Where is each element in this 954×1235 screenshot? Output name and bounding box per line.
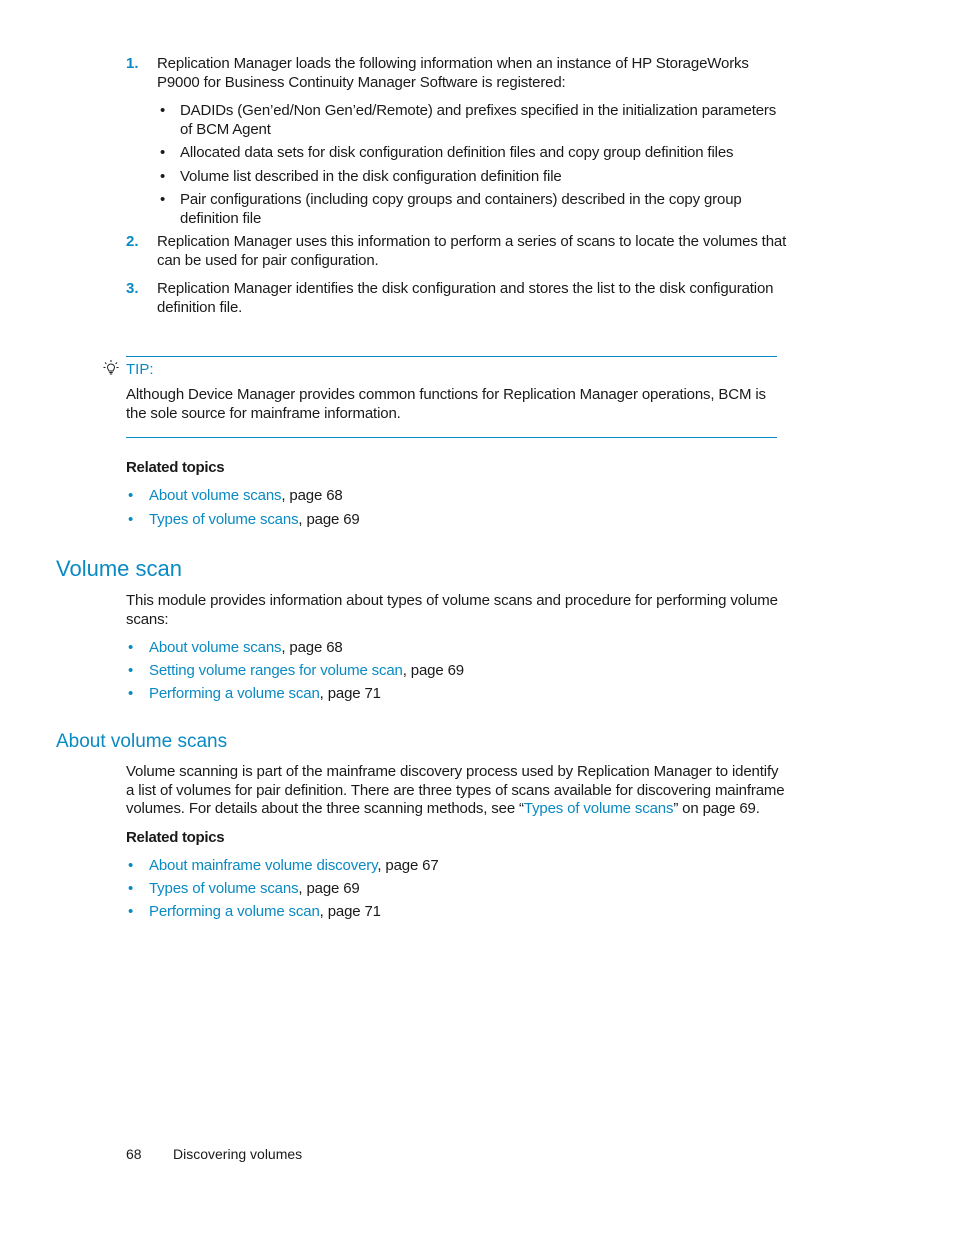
step-number: 3. (126, 280, 139, 297)
related-topics-heading: Related topics (126, 459, 225, 476)
section-text: scans: (126, 611, 169, 628)
bullet-icon: • (160, 168, 166, 185)
step-text: can be used for pair configuration. (157, 252, 379, 269)
lightbulb-icon (102, 359, 120, 377)
bullet-icon: • (160, 144, 166, 161)
subsection-heading: About volume scans (56, 731, 228, 752)
page-number: 68 (126, 1146, 142, 1162)
page-reference: , page 71 (319, 903, 381, 920)
bullet-icon: • (128, 685, 134, 702)
step-text: Replication Manager uses this informatio… (157, 233, 787, 250)
bullet-icon: • (128, 903, 134, 920)
bullet-text: of BCM Agent (180, 121, 271, 138)
section-text: a list of volumes for pair definition. T… (126, 782, 785, 799)
text-fragment: ” on page 69. (673, 800, 760, 817)
list-item: Types of volume scans, page 69 (149, 879, 360, 898)
bullet-icon: • (160, 102, 166, 119)
page-reference: , page 71 (319, 685, 381, 702)
related-topics-heading: Related topics (126, 829, 225, 846)
bullet-icon: • (128, 487, 134, 504)
bullet-text: definition file (180, 210, 262, 227)
list-item: About volume scans, page 68 (149, 486, 343, 505)
topic-link[interactable]: About mainframe volume discovery (149, 857, 378, 874)
page-reference: , page 68 (281, 639, 343, 656)
list-item: About volume scans, page 68 (149, 638, 343, 657)
tip-text: Although Device Manager provides common … (126, 386, 766, 403)
topic-link[interactable]: Setting volume ranges for volume scan (149, 662, 403, 679)
topic-link[interactable]: About volume scans (149, 487, 282, 504)
bullet-icon: • (128, 511, 134, 528)
page-reference: , page 69 (298, 511, 360, 528)
chapter-title: Discovering volumes (173, 1146, 303, 1162)
tip-top-rule (126, 356, 777, 357)
tip-label: TIP: (126, 361, 154, 378)
bullet-text: Pair configurations (including copy grou… (180, 191, 742, 208)
step-number: 1. (126, 55, 139, 72)
bullet-text: Allocated data sets for disk configurati… (180, 144, 734, 161)
list-item: Performing a volume scan, page 71 (149, 684, 381, 703)
section-text: Volume scanning is part of the mainframe… (126, 763, 779, 780)
bullet-icon: • (128, 662, 134, 679)
text-fragment: volumes. For details about the three sca… (126, 800, 524, 817)
step-text: definition file. (157, 299, 243, 316)
inline-topic-link[interactable]: Types of volume scans (524, 800, 674, 817)
list-item: Types of volume scans, page 69 (149, 510, 360, 529)
step-number: 2. (126, 233, 139, 250)
bullet-icon: • (128, 857, 134, 874)
step-text: Replication Manager identifies the disk … (157, 280, 774, 297)
list-item: About mainframe volume discovery, page 6… (149, 856, 439, 875)
bullet-text: Volume list described in the disk config… (180, 168, 562, 185)
topic-link[interactable]: Performing a volume scan (149, 685, 320, 702)
section-heading: Volume scan (56, 556, 182, 581)
list-item: Performing a volume scan, page 71 (149, 902, 381, 921)
tip-bottom-rule (126, 437, 777, 438)
section-text: volumes. For details about the three sca… (126, 799, 760, 818)
page-reference: , page 69 (402, 662, 464, 679)
topic-link[interactable]: About volume scans (149, 639, 282, 656)
bullet-icon: • (128, 639, 134, 656)
bullet-icon: • (128, 880, 134, 897)
list-item: Setting volume ranges for volume scan, p… (149, 661, 464, 680)
step-text: P9000 for Business Continuity Manager So… (157, 74, 566, 91)
section-text: This module provides information about t… (126, 592, 778, 609)
topic-link[interactable]: Types of volume scans (149, 511, 299, 528)
page-reference: , page 69 (298, 880, 360, 897)
topic-link[interactable]: Types of volume scans (149, 880, 299, 897)
tip-text: the sole source for mainframe informatio… (126, 405, 401, 422)
page-reference: , page 67 (377, 857, 439, 874)
bullet-text: DADIDs (Gen’ed/Non Gen’ed/Remote) and pr… (180, 102, 777, 119)
page-reference: , page 68 (281, 487, 343, 504)
step-text: Replication Manager loads the following … (157, 55, 749, 72)
bullet-icon: • (160, 191, 166, 208)
topic-link[interactable]: Performing a volume scan (149, 903, 320, 920)
